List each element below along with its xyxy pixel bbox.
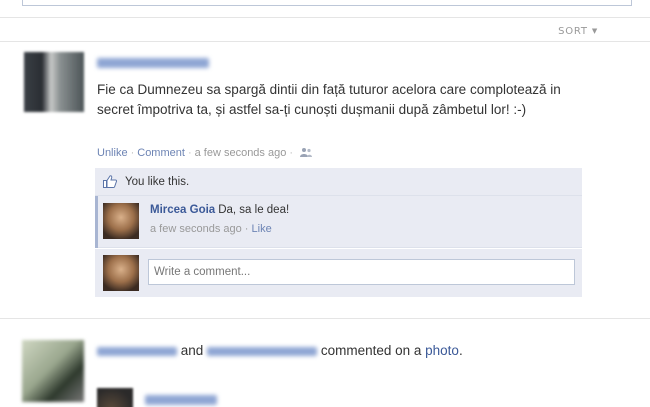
story-avatar[interactable] — [22, 340, 84, 402]
comment-text: Da, sa le dea! — [218, 204, 290, 216]
story-end: . — [458, 343, 463, 358]
write-comment-row — [95, 249, 582, 297]
separator: · — [187, 147, 192, 159]
commenter-avatar[interactable] — [103, 203, 139, 239]
comment-like-link[interactable]: Like — [252, 223, 272, 235]
sort-dropdown[interactable]: SORT ▼ — [558, 26, 598, 37]
like-summary-text[interactable]: You like this. — [125, 176, 189, 188]
story-verb: commented on a — [320, 343, 422, 358]
story-photo-link[interactable]: photo — [425, 343, 459, 358]
comment-timestamp[interactable]: a few seconds ago — [150, 223, 242, 235]
comment-author-name[interactable]: Mircea Goia — [150, 204, 215, 216]
previous-post-box — [22, 0, 632, 6]
story-actor2-blurred[interactable] — [207, 346, 318, 356]
post-author-avatar[interactable] — [24, 52, 84, 112]
unlike-link[interactable]: Unlike — [97, 147, 128, 159]
write-comment-input[interactable] — [148, 259, 575, 285]
story-comment-avatar[interactable] — [97, 388, 133, 407]
sort-divider — [0, 41, 650, 42]
separator: · — [289, 147, 294, 159]
sort-label: SORT — [558, 26, 588, 37]
feedback-panel: You like this. Mircea Goia Da, sa le dea!… — [95, 168, 582, 298]
story-and: and — [180, 343, 204, 358]
post-timestamp[interactable]: a few seconds ago — [195, 147, 287, 159]
comment-item: Mircea Goia Da, sa le dea! a few seconds … — [95, 196, 582, 248]
story-comment-author-blurred[interactable] — [145, 395, 217, 405]
top-divider — [0, 17, 650, 18]
people-icon[interactable] — [300, 147, 313, 157]
thumbs-up-icon — [103, 175, 117, 188]
story-actor-blurred[interactable] — [97, 346, 177, 356]
chevron-down-icon: ▼ — [591, 27, 598, 35]
post-divider — [0, 318, 650, 319]
comment-accent-bar — [95, 196, 98, 248]
comment-link[interactable]: Comment — [137, 147, 185, 159]
post-actions: Unlike · Comment · a few seconds ago · — [97, 147, 313, 159]
post-text: Fie ca Dumnezeu sa spargă dintii din faț… — [97, 82, 561, 117]
comment-author[interactable]: Mircea Goia Da, sa le dea! — [150, 204, 289, 216]
like-summary-row: You like this. — [95, 168, 582, 196]
current-user-avatar — [103, 255, 139, 291]
post-author-name-blurred[interactable] — [97, 58, 209, 68]
separator: · — [130, 147, 135, 159]
story-line: and commented on a photo. — [97, 343, 463, 358]
comment-meta: a few seconds ago · Like — [150, 223, 272, 235]
